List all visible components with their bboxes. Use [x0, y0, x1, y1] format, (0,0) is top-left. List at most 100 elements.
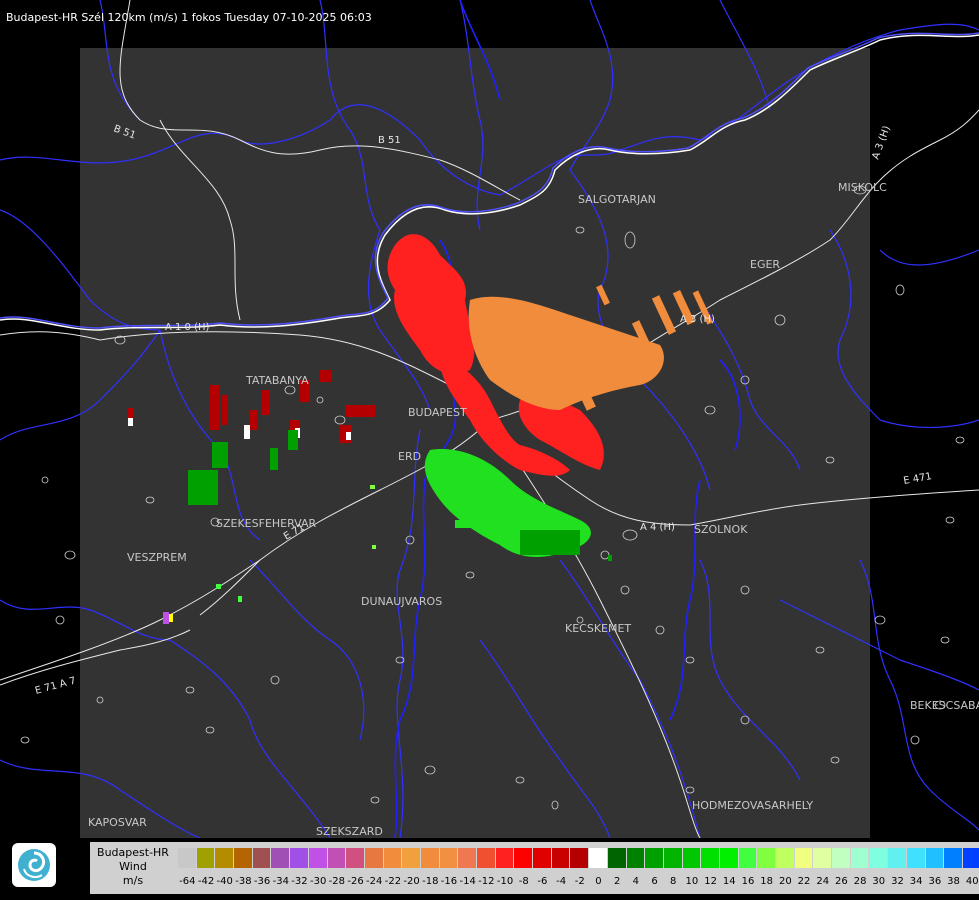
legend-swatch: [178, 848, 197, 868]
legend-swatch: [682, 848, 702, 868]
legend-swatch: [271, 848, 291, 868]
legend-tick-label: 8: [670, 876, 677, 887]
legend-swatch: [850, 848, 870, 868]
legend-swatch: [364, 848, 384, 868]
legend-swatch: [794, 848, 814, 868]
city-eger: EGER: [750, 258, 780, 271]
legend-tick-label: -6: [537, 876, 548, 887]
legend-tick-label: 34: [909, 876, 923, 887]
legend-tick-label: 36: [928, 876, 942, 887]
legend-tick-label: 0: [595, 876, 602, 887]
legend-swatch: [402, 848, 421, 868]
road-label-b51-east: B 51: [378, 135, 401, 146]
legend-tick-label: 24: [816, 876, 830, 887]
legend-ticks: -64 -42 -40 -38 -36 -34 -32 -30 -28 -26 -24 -22 -20-…: [178, 876, 979, 890]
city-kaposvar: KAPOSVAR: [88, 816, 147, 829]
legend-swatch: [906, 848, 926, 868]
legend-tick-label: -36: [253, 876, 271, 887]
legend-swatch: [383, 848, 403, 868]
legend-label: Budapest-HR Wind m/s: [90, 842, 176, 894]
legend-tick-label: -16: [440, 876, 458, 887]
city-erd: ERD: [398, 450, 421, 463]
legend-tick-label: 14: [722, 876, 736, 887]
legend-tick-label: -4: [556, 876, 567, 887]
legend-swatch: [925, 848, 945, 868]
legend-tick-label: -64: [179, 876, 196, 887]
legend-tick-label: -30: [309, 876, 327, 887]
legend-tick-label: -2: [574, 876, 585, 887]
legend-swatch: [813, 848, 833, 868]
legend-tick-label: -8: [518, 876, 529, 887]
legend-tick-label: 40: [965, 876, 979, 887]
legend-swatch: [626, 848, 646, 868]
legend-swatch: [645, 848, 664, 868]
city-szekszard: SZEKSZARD: [316, 825, 383, 838]
legend-swatch: [439, 848, 459, 868]
legend-swatch: [252, 848, 272, 868]
legend-swatch: [962, 848, 979, 868]
legend-swatch: [663, 848, 683, 868]
legend-tick-label: 26: [835, 876, 848, 887]
legend-tick-label: 6: [651, 876, 658, 887]
legend-swatch: [420, 848, 440, 868]
legend-tick-label: -34: [272, 876, 289, 887]
legend-tick-label: -12: [478, 876, 495, 887]
legend-swatch: [944, 848, 963, 868]
legend-tick-label: -10: [496, 876, 514, 887]
legend-tick-label: 18: [760, 876, 774, 887]
city-kecskemet: KECSKEMET: [565, 622, 631, 635]
legend-swatch: [776, 848, 795, 868]
legend-tick-label: 32: [891, 876, 904, 887]
road-label-a3: A 3 (H): [680, 314, 715, 325]
legend-swatch: [290, 848, 309, 868]
legend-label-unit: m/s: [122, 874, 144, 887]
legend-swatch: [234, 848, 253, 868]
legend-swatch: [832, 848, 851, 868]
city-szolnok: SZOLNOK: [694, 523, 748, 536]
legend-swatch: [495, 848, 515, 868]
legend-swatch: [869, 848, 889, 868]
legend-tick-label: -20: [403, 876, 420, 887]
legend-label-product: Wind: [119, 860, 147, 873]
legend-swatch: [607, 848, 627, 868]
legend-tick-label: -18: [422, 876, 439, 887]
swirl-logo-icon: [18, 849, 50, 881]
legend-swatch: [589, 848, 608, 868]
legend-tick-label: 4: [632, 876, 640, 887]
legend-tick-label: -38: [235, 876, 252, 887]
radar-coverage-area: [80, 48, 870, 838]
legend-tick-label: 28: [853, 876, 867, 887]
legend-swatches: [178, 848, 979, 868]
legend-tick-label: -26: [347, 876, 364, 887]
radar-map: SALGOTARJAN EGER MISKOLC TATABANYA BUDAP…: [0, 0, 979, 838]
legend-swatch: [757, 848, 776, 868]
legend-swatch: [215, 848, 235, 868]
city-bekescsaba: BEKESCSABA: [910, 699, 979, 712]
legend-swatch: [196, 848, 216, 868]
legend-tick-label: -42: [197, 876, 215, 887]
service-logo: [12, 843, 56, 887]
road-label-a4: A 4 (H): [640, 522, 675, 533]
legend-swatch: [514, 848, 534, 868]
legend-tick-label: 10: [685, 876, 699, 887]
legend-tick-label: 16: [741, 876, 755, 887]
legend-tick-label: -40: [216, 876, 233, 887]
legend-tick-label: 2: [613, 876, 621, 887]
color-legend: Budapest-HR Wind m/s -64 -42 -40 -38 -36 -34-…: [90, 842, 979, 894]
legend-tick-label: 30: [872, 876, 886, 887]
legend-swatch: [477, 848, 496, 868]
city-dunaujvaros: DUNAUJVAROS: [361, 595, 442, 608]
city-tatabanya: TATABANYA: [245, 374, 309, 387]
legend-tick-label: 38: [947, 876, 960, 887]
city-hodmezovasarhely: HODMEZOVASARHELY: [692, 799, 813, 812]
legend-tick-label: -22: [384, 876, 402, 887]
legend-label-source: Budapest-HR: [97, 846, 169, 859]
city-veszprem: VESZPREM: [127, 551, 187, 564]
city-salgotarjan: SALGOTARJAN: [578, 193, 656, 206]
city-budapest: BUDAPEST: [408, 406, 467, 419]
legend-swatch: [458, 848, 477, 868]
legend-swatch: [570, 848, 590, 868]
road-label-a10: A 1 0 (H): [165, 322, 210, 333]
legend-swatch: [533, 848, 552, 868]
legend-swatch: [719, 848, 739, 868]
